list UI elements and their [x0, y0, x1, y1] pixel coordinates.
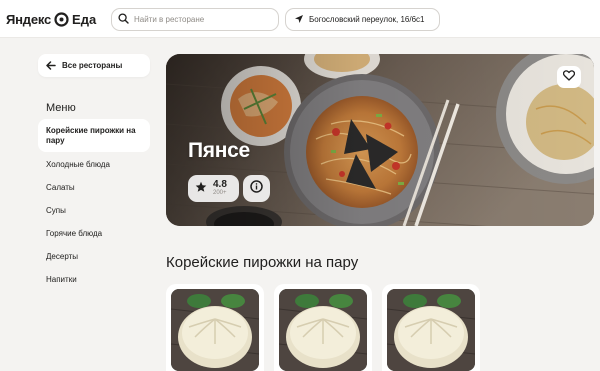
logo-yandex-text: Яндекс [6, 11, 52, 27]
all-restaurants-button[interactable]: Все рестораны [38, 54, 150, 77]
menu-item-salads[interactable]: Салаты [38, 176, 150, 199]
logo-eda-text: Еда [72, 11, 97, 27]
restaurant-info-button[interactable] [243, 175, 270, 202]
arrow-left-icon [46, 57, 56, 75]
delivery-address-button[interactable]: Богословский переулок, 16/6с1 [285, 8, 440, 31]
menu-item-desserts[interactable]: Десерты [38, 245, 150, 268]
product-cards-row [166, 284, 480, 371]
product-card[interactable] [274, 284, 372, 371]
info-icon [250, 179, 263, 198]
menu-item-cold-dishes[interactable]: Холодные блюда [38, 153, 150, 176]
product-card[interactable] [382, 284, 480, 371]
product-image [279, 289, 367, 371]
product-card[interactable] [166, 284, 264, 371]
search-box[interactable] [111, 8, 279, 31]
location-arrow-icon [294, 11, 304, 29]
menu-heading: Меню [46, 102, 76, 114]
category-menu: Корейские пирожки на пару Холодные блюда… [38, 119, 150, 291]
menu-item-drinks[interactable]: Напитки [38, 268, 150, 291]
search-icon [118, 11, 129, 29]
yandex-eda-logo[interactable]: Яндекс Еда [6, 9, 96, 29]
restaurant-name: Пянсе [188, 139, 250, 162]
all-restaurants-label: Все рестораны [62, 61, 123, 70]
favorite-button[interactable] [557, 66, 581, 88]
restaurant-hero-banner: Пянсе 4.8 200+ [166, 54, 594, 226]
logo-mark-icon [54, 11, 69, 27]
product-image [171, 289, 259, 371]
star-icon [195, 180, 207, 198]
rating-button[interactable]: 4.8 200+ [188, 175, 239, 202]
rating-values: 4.8 200+ [213, 180, 227, 197]
rating-count: 200+ [213, 190, 227, 196]
heart-icon [562, 68, 576, 86]
menu-item-korean-buns[interactable]: Корейские пирожки на пару [38, 119, 150, 152]
rating-value: 4.8 [213, 179, 227, 190]
delivery-address-text: Богословский переулок, 16/6с1 [309, 15, 425, 24]
menu-item-hot-dishes[interactable]: Горячие блюда [38, 222, 150, 245]
section-title: Корейские пирожки на пару [166, 254, 359, 271]
search-input[interactable] [134, 15, 274, 24]
product-image [387, 289, 475, 371]
top-header: Яндекс Еда Богословский переулок, 16/6с1 [0, 0, 600, 38]
menu-item-soups[interactable]: Супы [38, 199, 150, 222]
